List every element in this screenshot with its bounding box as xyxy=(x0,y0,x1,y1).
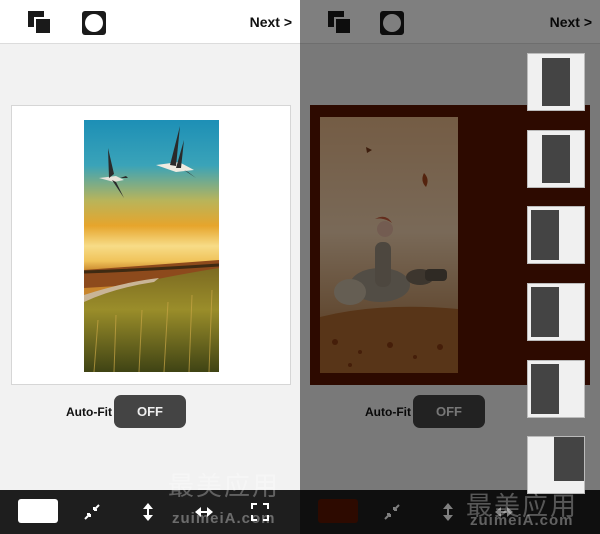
collage-canvas[interactable] xyxy=(11,105,291,385)
top-toolbar: Next > xyxy=(0,0,300,44)
layout-option-3[interactable] xyxy=(527,206,585,264)
layout-option-5[interactable] xyxy=(527,360,585,418)
watermark-cn: 最美应用 xyxy=(168,471,281,501)
next-button[interactable]: Next > xyxy=(250,14,292,30)
photo-geese-field[interactable] xyxy=(84,120,219,372)
shrink-icon[interactable] xyxy=(82,502,102,522)
circle-frame-icon[interactable] xyxy=(82,11,106,35)
background-color-swatch[interactable] xyxy=(18,499,58,523)
autofit-toggle[interactable]: OFF xyxy=(114,395,186,428)
layout-option-4[interactable] xyxy=(527,283,585,341)
left-panel: Next > Auto-Fit OFF 最美应用 zuimeiA.com xyxy=(0,0,300,534)
layout-option-2[interactable] xyxy=(527,130,585,188)
flip-vertical-icon[interactable] xyxy=(138,502,158,522)
watermark-en: zuimeiA.com xyxy=(172,510,276,527)
bottom-toolbar: 最美应用 zuimeiA.com xyxy=(0,471,300,534)
watermark-en: zuimeiA.com xyxy=(470,512,574,529)
autofit-label: Auto-Fit xyxy=(66,405,112,419)
layers-icon[interactable] xyxy=(28,11,52,35)
layout-option-1[interactable] xyxy=(527,53,585,111)
right-panel: Next > xyxy=(300,0,600,534)
